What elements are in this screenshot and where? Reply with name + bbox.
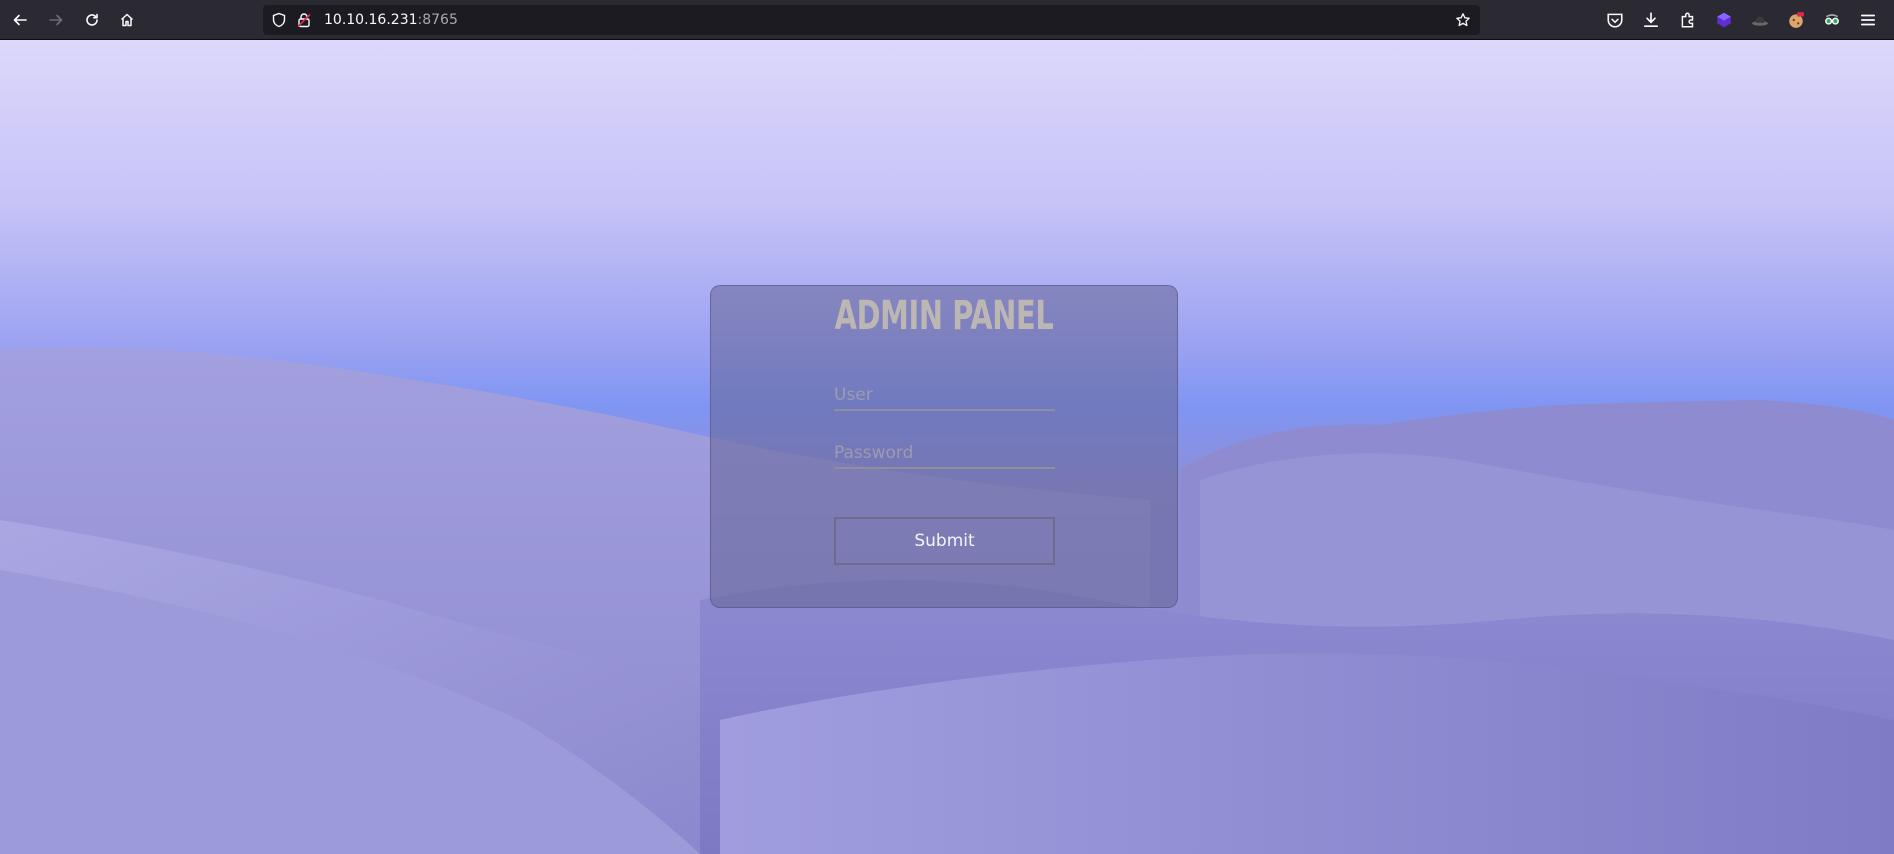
user-input[interactable] [834,381,1055,411]
submit-button[interactable]: Submit [834,517,1055,565]
password-input[interactable] [834,439,1055,469]
reload-icon [86,13,98,26]
url-bar[interactable]: 10.10.16.231:8765 [263,5,1480,35]
reload-button[interactable] [78,6,106,34]
home-icon [120,13,134,27]
cookie-extension-icon[interactable] [1786,10,1806,30]
back-icon [13,14,27,26]
extensions-icon[interactable] [1678,10,1698,30]
pocket-icon[interactable] [1605,10,1625,30]
browser-toolbar: 10.10.16.231:8765 [0,0,1894,40]
menu-icon[interactable] [1858,10,1878,30]
login-panel: ADMIN PANEL Submit [710,285,1178,608]
forward-button[interactable] [42,6,70,34]
forward-icon [49,14,63,26]
insecure-lock-icon[interactable] [296,12,312,28]
url-host: 10.10.16.231 [324,12,418,28]
url-text[interactable]: 10.10.16.231:8765 [324,11,458,29]
shield-icon[interactable] [271,12,287,28]
url-port: :8765 [417,12,458,28]
purple-cube-extension-icon[interactable] [1714,10,1734,30]
home-button[interactable] [113,6,141,34]
back-button[interactable] [6,6,34,34]
hat-extension-icon[interactable] [1750,10,1770,30]
glasses-extension-icon[interactable] [1822,10,1842,30]
login-page: ADMIN PANEL Submit [0,40,1894,854]
downloads-icon[interactable] [1641,10,1661,30]
panel-title: ADMIN PANEL [834,293,1054,339]
bookmark-star-icon[interactable] [1455,12,1471,28]
